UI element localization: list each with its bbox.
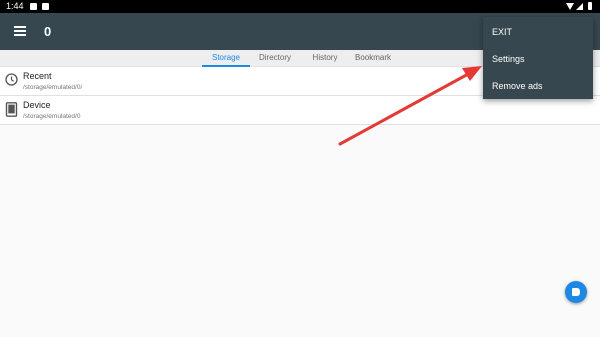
- status-time: 1:44: [6, 1, 24, 11]
- menu-item-settings[interactable]: Settings: [492, 54, 525, 64]
- list-item-device[interactable]: Device /storage/emulated/0: [0, 96, 600, 125]
- tablet-icon: [5, 102, 18, 122]
- tag-fab-button[interactable]: [565, 281, 587, 303]
- tab-bookmark[interactable]: Bookmark: [350, 53, 396, 62]
- menu-icon[interactable]: [14, 26, 26, 36]
- wifi-icon: [566, 3, 574, 10]
- tag-icon: [572, 288, 580, 296]
- list-item-title: Recent: [23, 71, 52, 81]
- status-bar: 1:44: [0, 0, 600, 13]
- signal-icon: [576, 3, 583, 10]
- list-item-path: /storage/emulated/0/: [23, 84, 83, 91]
- image-notification-icon: [30, 3, 37, 10]
- clock-icon: [5, 73, 18, 91]
- list-item-path: /storage/emulated/0: [23, 113, 81, 120]
- battery-icon: [588, 2, 592, 10]
- tab-storage[interactable]: Storage: [206, 53, 246, 62]
- menu-item-remove-ads[interactable]: Remove ads: [492, 81, 543, 91]
- app-notification-icon: [42, 3, 49, 10]
- tab-directory[interactable]: Directory: [255, 53, 295, 62]
- page-title: 0: [44, 24, 52, 39]
- list-item-title: Device: [23, 100, 51, 110]
- tab-history[interactable]: History: [305, 53, 345, 62]
- menu-item-exit[interactable]: EXIT: [492, 27, 512, 37]
- overflow-menu: EXIT Settings Remove ads: [483, 17, 593, 99]
